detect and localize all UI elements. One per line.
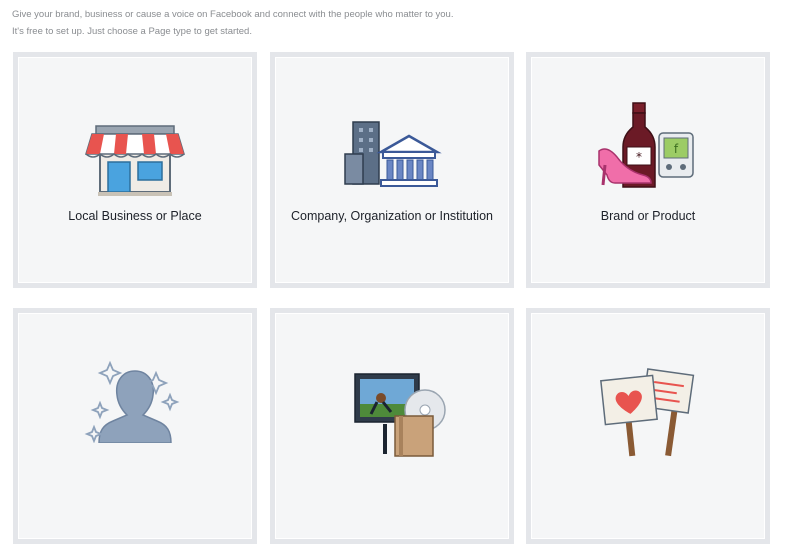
cause-signs-icon xyxy=(600,368,695,457)
page-type-brand-product[interactable]: * f Brand or Product xyxy=(526,52,770,288)
page-type-label: Brand or Product xyxy=(600,209,696,223)
entertainment-icon xyxy=(354,373,446,457)
page-type-entertainment[interactable] xyxy=(270,308,514,544)
buildings-icon xyxy=(344,121,442,187)
page-type-local-business[interactable]: Local Business or Place xyxy=(13,52,257,288)
intro-line-1: Give your brand, business or cause a voi… xyxy=(12,9,454,20)
page-type-cause[interactable] xyxy=(526,308,770,544)
intro-line-2: It's free to set up. Just choose a Page … xyxy=(12,26,252,37)
storefront-icon xyxy=(84,125,186,196)
svg-text:*: * xyxy=(636,150,642,164)
page-type-company[interactable]: Company, Organization or Institution xyxy=(270,52,514,288)
page-type-label: Company, Organization or Institution xyxy=(291,209,493,223)
public-figure-icon xyxy=(84,360,180,443)
page-type-public-figure[interactable] xyxy=(13,308,257,544)
intro-text: Give your brand, business or cause a voi… xyxy=(12,6,453,40)
page-type-label: Local Business or Place xyxy=(68,209,202,223)
products-icon: * f xyxy=(598,102,694,188)
